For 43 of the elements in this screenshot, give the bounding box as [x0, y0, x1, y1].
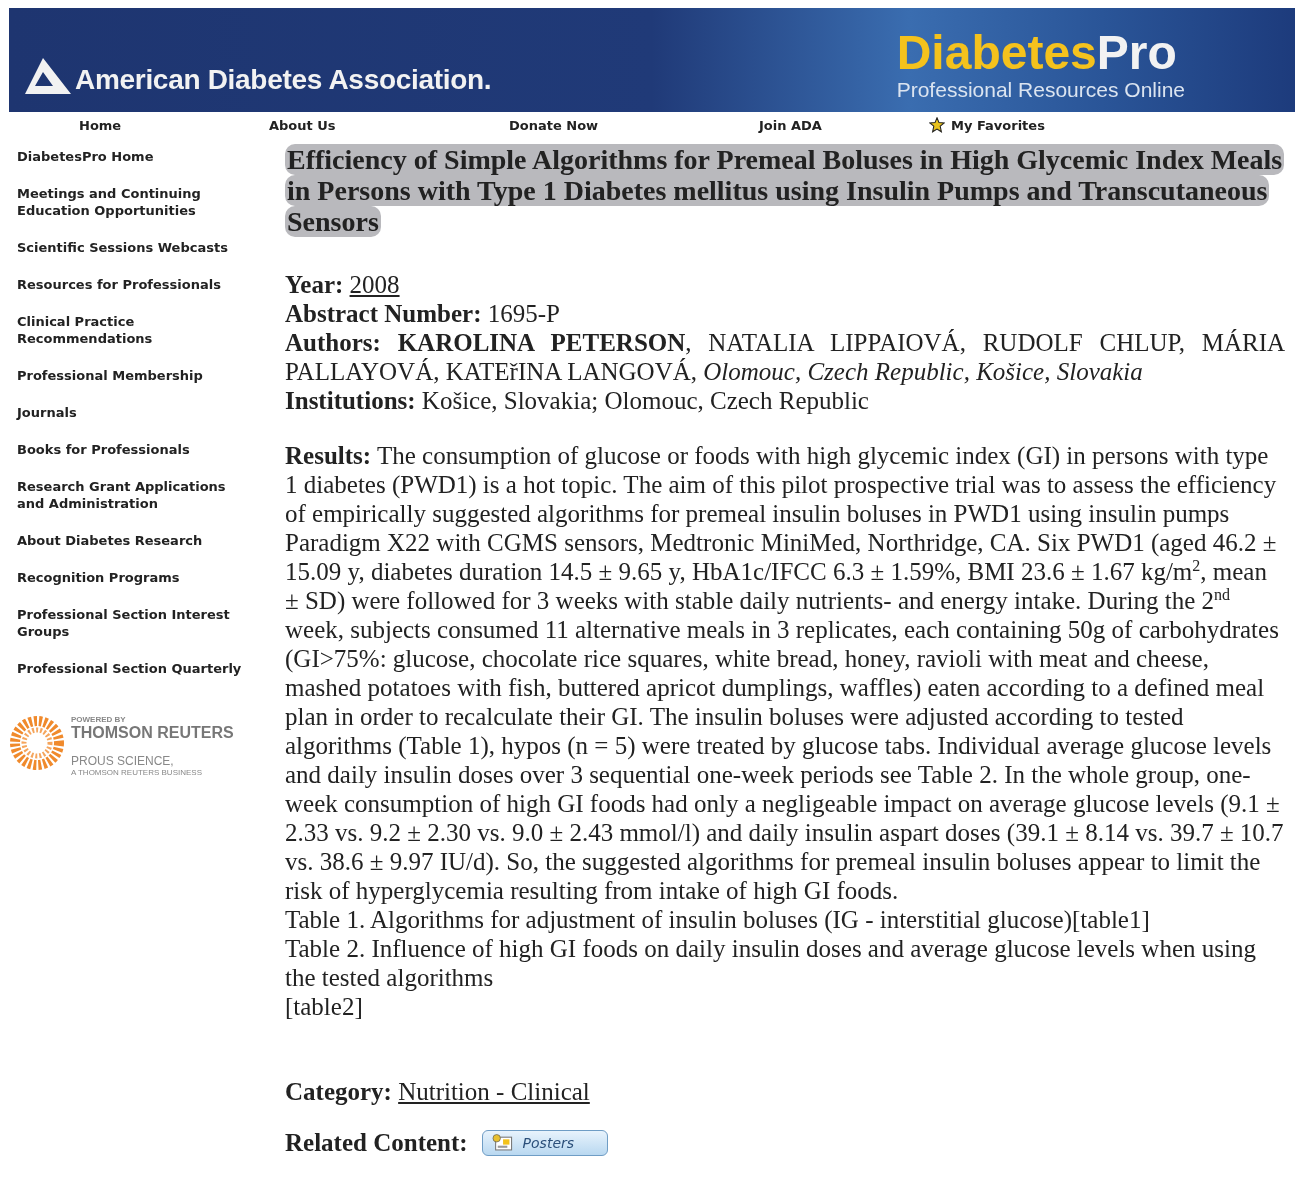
- sidebar-link[interactable]: Professional Section Quarterly: [17, 660, 245, 677]
- sidebar-link[interactable]: DiabetesPro Home: [17, 148, 245, 165]
- sponsor-logo-icon: [9, 715, 65, 771]
- field-text: Abstract Number: 1695-P: [285, 299, 561, 328]
- link[interactable]: 2008: [349, 271, 400, 298]
- sponsor-note: A THOMSON REUTERS BUSINESS: [71, 768, 203, 777]
- table-note: Table 1. Algorithms for adjustment of insulin boluses (IG - interstitial glucose)[table1]: [285, 905, 1151, 934]
- product-logo-text: DiabetesPro: [896, 28, 1177, 78]
- triangle-logo-icon: [23, 56, 73, 96]
- field-label: Related Content:: [285, 1128, 468, 1157]
- tagline: Professional Resources Online: [896, 78, 1185, 102]
- nav-link[interactable]: Home: [79, 117, 122, 133]
- sidebar-link[interactable]: Journals: [17, 404, 245, 421]
- posters-button[interactable]: Posters: [481, 1129, 608, 1156]
- authors-text: Authors: KAROLINA PETERSON, NATALIA LIPPAIOVÁ, RUDOLF CHLUP, MÁRIA PALLAYOVÁ, KATEřINA LANGOVÁ, Olomouc, Czech Republic, Košice, Slovakia: [285, 328, 1285, 386]
- sponsor-caption: POWERED BY: [71, 715, 127, 724]
- results-text: Results: The consumption of glucose or foods with high glycemic index (GI) in persons with type 1 diabetes (PWD1) is a hot topic. The aim of this pilot prospective trial was to assess the efficiency of empirically suggested algorithms for premeal insulin boluses in PWD1 using insulin pumps Paradigm X22 with CGMS sensors, Medtronic MiniMed, Northridge, CA. Six PWD1 (aged 46.2 ± 15.09 y, diabetes duration 14.5 ± 9.65 y, HbA1c/IFCC 6.3 ± 1.59%, BMI 23.6 ± 1.67 kg/m$^{2}$, mean ± SD) were followed for 3 weeks with stable daily nutrients- and energy intake. During the 2$^{nd}$ week, subjects consumed 11 alternative meals in 3 replicates, each containing 50g of carbohydrates (GI>75%: glucose, chocolate rice squares, white bread, honey, ravioli with meat and cheese, mashed potatoes with fish, buttered apricot dumplings, waffles) eaten according to a defined meal plan in order to recalculate their GI. The insulin boluses were adjusted according to tested algorithms (Table 1), hypos (n = 5) were treated by glucose tabs. Individual average glucose levels and daily insulin doses over 3 sequential one-week periods see Table 2. In the whole group, one-week consumption of high GI foods had only a negligeable impact on average glucose levels (9.1 ± 2.33 vs. 9.2 ± 2.30 vs. 9.0 ± 2.43 mmol/l) and daily insulin aspart doses (39.1 ± 8.14 vs. 39.7 ± 10.7 vs. 38.6 ± 9.97 IU/d). So, the suggested algorithms for premeal insulin boluses appear to limit the risk of hyperglycemia resulting from intake of high GI foods.: [285, 441, 1285, 905]
- table-note: Table 2. Influence of high GI foods on daily insulin doses and average glucose levels when using the tested algorithms: [285, 934, 1257, 992]
- nav-link[interactable]: My Favorites: [951, 117, 1045, 133]
- sidebar-link[interactable]: Scientific Sessions Webcasts: [17, 239, 245, 256]
- sidebar-link[interactable]: Meetings and Continuing Education Opportunities: [17, 185, 245, 219]
- sidebar-link[interactable]: Recognition Programs: [17, 569, 245, 586]
- field-text: Institutions: Košice, Slovakia; Olomouc, Czech Republic: [285, 386, 870, 415]
- poster-board-icon: [490, 1134, 513, 1151]
- sidebar-link[interactable]: Research Grant Applications and Administration: [17, 478, 245, 512]
- sponsor-division: PROUS SCIENCE,: [71, 754, 175, 768]
- nav-link[interactable]: Join ADA: [759, 117, 822, 133]
- organization-name: American Diabetes Association.: [75, 64, 492, 96]
- sidebar-link[interactable]: Professional Membership: [17, 367, 245, 384]
- sidebar-link[interactable]: Books for Professionals: [17, 441, 245, 458]
- table-note: [table2]: [285, 992, 364, 1021]
- field-label: Year:: [285, 271, 344, 298]
- article-title: Efficiency of Simple Algorithms for Premeal Boluses in High Glycemic Index Meals in Persons with Type 1 Diabetes mellitus using Insulin Pumps and Transcutaneous Sensors: [285, 144, 1285, 237]
- sidebar-link[interactable]: Professional Section Interest Groups: [17, 606, 245, 640]
- sidebar-link[interactable]: Clinical Practice Recommendations: [17, 313, 245, 347]
- link[interactable]: Nutrition - Clinical: [398, 1078, 590, 1105]
- star-icon: [929, 117, 945, 133]
- nav-link[interactable]: Donate Now: [509, 117, 599, 133]
- field-label: Category:: [285, 1078, 392, 1105]
- sponsor-name: THOMSON REUTERS: [71, 724, 234, 742]
- sidebar-link[interactable]: Resources for Professionals: [17, 276, 245, 293]
- sidebar-link[interactable]: About Diabetes Research: [17, 532, 245, 549]
- nav-link[interactable]: About Us: [269, 117, 336, 133]
